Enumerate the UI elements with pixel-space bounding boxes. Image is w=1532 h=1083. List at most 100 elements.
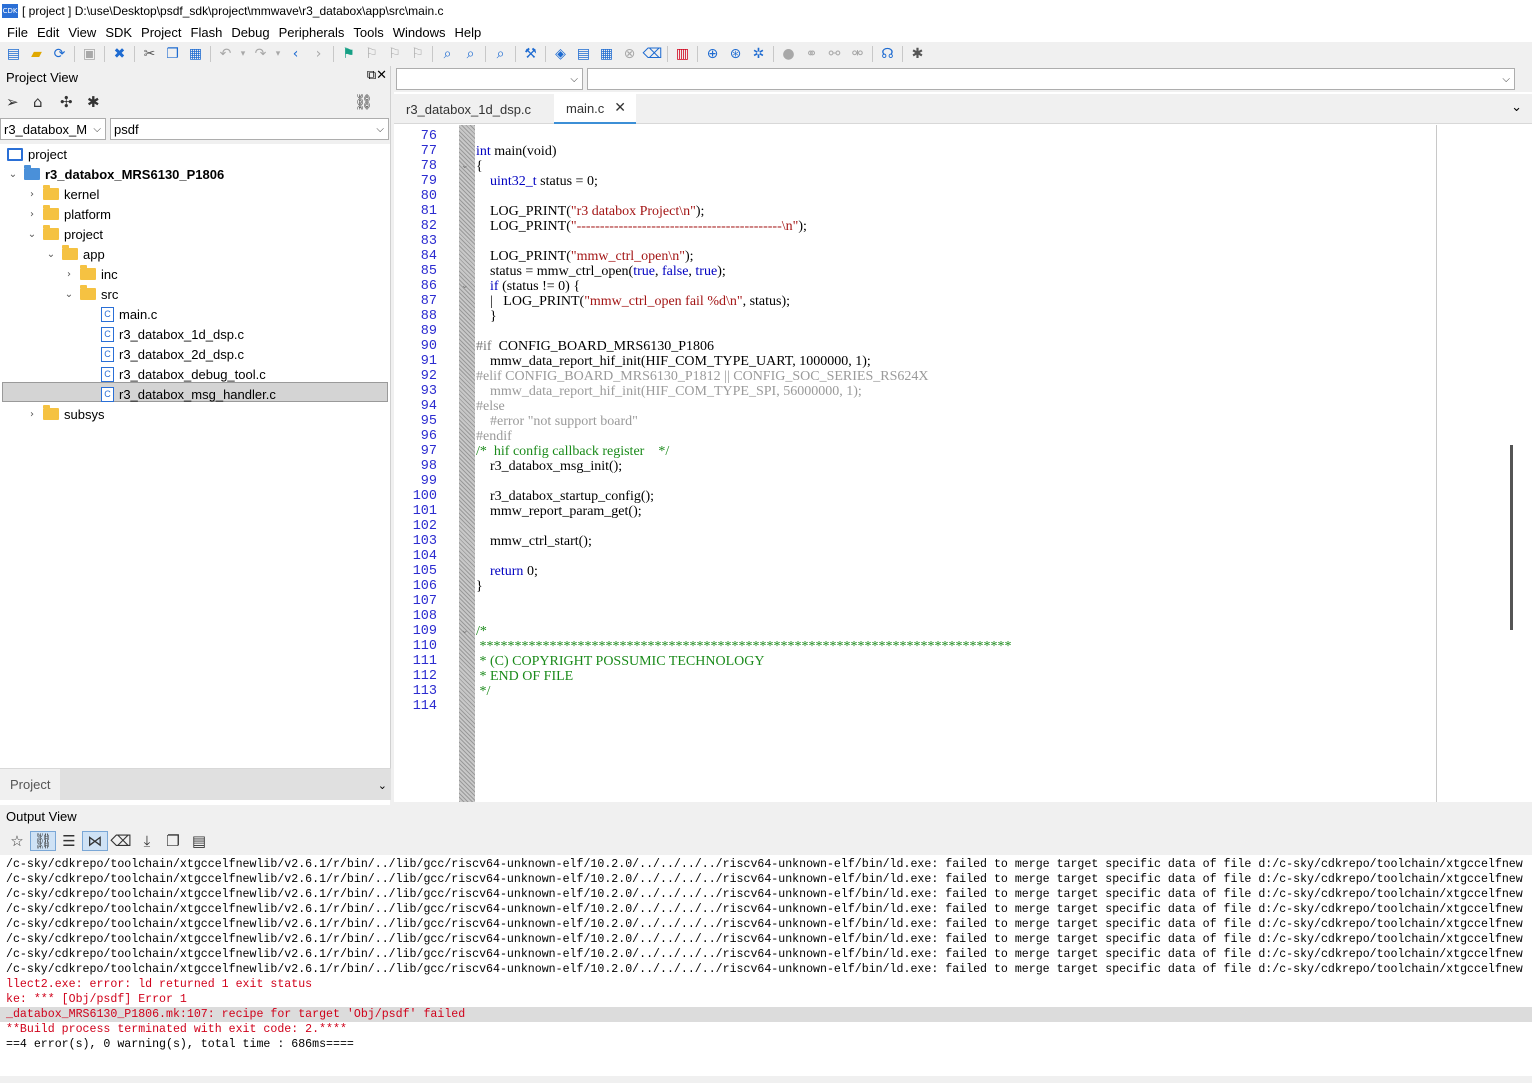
bookmark-prev-icon[interactable]: ⚐ bbox=[360, 44, 383, 64]
step-into-icon[interactable]: ⚯ bbox=[823, 44, 846, 64]
project-combo[interactable]: r3_databox_M ⌵ bbox=[0, 118, 106, 140]
debug-without-download-icon[interactable]: ⊛ bbox=[724, 44, 747, 64]
step-over-icon[interactable]: ⚭ bbox=[800, 44, 823, 64]
build-icon[interactable]: ◈ bbox=[549, 44, 572, 64]
bookmark-clear-icon[interactable]: ⚐ bbox=[406, 44, 429, 64]
refresh-icon[interactable]: ⟳ bbox=[48, 44, 71, 64]
menu-file[interactable]: File bbox=[4, 25, 34, 40]
tab-project[interactable]: Project bbox=[0, 769, 60, 800]
bookmark-next-icon[interactable]: ⚐ bbox=[383, 44, 406, 64]
symbol-combo[interactable]: ⌵ bbox=[587, 68, 1515, 90]
save-icon[interactable]: ▣ bbox=[78, 44, 101, 64]
run-icon[interactable]: ● bbox=[777, 44, 800, 64]
cut-icon[interactable]: ✂ bbox=[138, 44, 161, 64]
menu-tools[interactable]: Tools bbox=[350, 25, 389, 40]
nav-forward-icon[interactable]: › bbox=[307, 44, 330, 64]
filter-icon[interactable]: ⋈ bbox=[82, 831, 108, 851]
nav-back-icon[interactable]: ‹ bbox=[284, 44, 307, 64]
chevron-down-icon[interactable]: ⌄ bbox=[6, 169, 20, 180]
tree-item-kernel[interactable]: › kernel bbox=[25, 184, 99, 204]
redo-icon[interactable]: ↷ bbox=[249, 44, 272, 64]
menu-help[interactable]: Help bbox=[452, 25, 488, 40]
scope-combo[interactable]: ⌵ bbox=[396, 68, 583, 90]
menu-edit[interactable]: Edit bbox=[34, 25, 65, 40]
star-icon[interactable]: ☆ bbox=[4, 832, 30, 850]
tree-item-msg-handler[interactable]: C r3_databox_msg_handler.c bbox=[98, 384, 276, 404]
vertical-scrollbar[interactable] bbox=[1508, 125, 1516, 802]
redo-dropdown-icon[interactable]: ▾ bbox=[272, 44, 284, 64]
stop-build-icon[interactable]: ⊗ bbox=[618, 44, 641, 64]
close-icon[interactable]: ✖ bbox=[108, 44, 131, 64]
fold-toggle-icon[interactable]: ⌄ bbox=[461, 281, 469, 291]
paste-icon[interactable]: ▤ bbox=[186, 832, 212, 850]
menu-debug[interactable]: Debug bbox=[228, 25, 275, 40]
start-debug-icon[interactable]: ⊕ bbox=[701, 44, 724, 64]
output-text[interactable]: /c-sky/cdkrepo/toolchain/xtgccelfnewlib/… bbox=[0, 857, 1532, 1083]
locate-icon[interactable]: ➢ bbox=[6, 93, 33, 111]
link-icon[interactable]: ⛓ bbox=[354, 93, 381, 111]
fold-toggle-icon[interactable]: ⌄ bbox=[461, 626, 469, 636]
bookmark-flag-icon[interactable]: ⚑ bbox=[337, 44, 360, 64]
tree-item-1d-dsp[interactable]: C r3_databox_1d_dsp.c bbox=[98, 324, 244, 344]
tree-item-2d-dsp[interactable]: C r3_databox_2d_dsp.c bbox=[98, 344, 244, 364]
tree-graph-icon[interactable]: ✣ bbox=[60, 93, 87, 111]
chevron-down-icon[interactable]: ⌄ bbox=[1511, 100, 1522, 115]
chevron-right-icon[interactable]: › bbox=[25, 209, 39, 220]
close-icon[interactable]: ✕ bbox=[614, 100, 626, 116]
link-icon[interactable]: ⛓ bbox=[30, 831, 56, 851]
chevron-down-icon[interactable]: ⌄ bbox=[44, 249, 58, 260]
chevron-down-icon[interactable]: ⌄ bbox=[378, 779, 387, 792]
clean-icon[interactable]: ⌫ bbox=[641, 44, 664, 64]
chevron-right-icon[interactable]: › bbox=[25, 189, 39, 200]
tree-item-platform[interactable]: › platform bbox=[25, 204, 111, 224]
panel-float-close-icon[interactable]: ⧉✕ bbox=[367, 68, 387, 83]
flash-download-icon[interactable]: ▥ bbox=[671, 44, 694, 64]
paste-icon[interactable]: ▦ bbox=[184, 44, 207, 64]
new-file-icon[interactable]: ▤ bbox=[2, 44, 25, 64]
tab-main-c[interactable]: main.c ✕ bbox=[554, 94, 636, 124]
menu-view[interactable]: View bbox=[65, 25, 102, 40]
build-all-icon[interactable]: ▦ bbox=[595, 44, 618, 64]
tree-item-main-c[interactable]: C main.c bbox=[98, 304, 157, 324]
rebuild-icon[interactable]: ▤ bbox=[572, 44, 595, 64]
debug-settings-icon[interactable]: ✲ bbox=[747, 44, 770, 64]
copy-icon[interactable]: ❐ bbox=[160, 832, 186, 850]
config-combo[interactable]: psdf ⌵ bbox=[110, 118, 389, 140]
chevron-right-icon[interactable]: › bbox=[25, 409, 39, 420]
fold-toggle-icon[interactable]: ⌄ bbox=[461, 161, 469, 171]
tree-item-src[interactable]: ⌄ src bbox=[62, 284, 118, 304]
bug-icon[interactable]: ✱ bbox=[906, 44, 929, 64]
undo-dropdown-icon[interactable]: ▾ bbox=[237, 44, 249, 64]
undo-icon[interactable]: ↶ bbox=[214, 44, 237, 64]
menu-peripherals[interactable]: Peripherals bbox=[276, 25, 351, 40]
wrap-icon[interactable]: ☰ bbox=[56, 832, 82, 850]
menu-windows[interactable]: Windows bbox=[390, 25, 452, 40]
tree-item-debug-tool[interactable]: C r3_databox_debug_tool.c bbox=[98, 364, 266, 384]
menu-project[interactable]: Project bbox=[138, 25, 187, 40]
home-icon[interactable]: ⌂ bbox=[33, 93, 60, 111]
search-icon[interactable]: ⌕ bbox=[489, 44, 512, 64]
tree-item-project-root[interactable]: project bbox=[4, 144, 67, 164]
tree-item-r3-databox[interactable]: ⌄ r3_databox_MRS6130_P1806 bbox=[6, 164, 224, 184]
headset-icon[interactable]: ☊ bbox=[876, 44, 899, 64]
tab-r3-databox-1d-dsp[interactable]: r3_databox_1d_dsp.c bbox=[394, 94, 554, 124]
clear-icon[interactable]: ⌫ bbox=[108, 832, 134, 850]
code-area[interactable]: 76 77 int main(void) 78 {⌄ 79 uint32_t status… bbox=[394, 125, 1439, 802]
step-out-icon[interactable]: ⚮ bbox=[846, 44, 869, 64]
chevron-right-icon[interactable]: › bbox=[62, 269, 76, 280]
tree-item-subsys[interactable]: › subsys bbox=[25, 404, 104, 424]
save-log-icon[interactable]: ⤓ bbox=[134, 832, 160, 850]
chevron-down-icon[interactable]: ⌄ bbox=[62, 289, 76, 300]
chevron-down-icon[interactable]: ⌄ bbox=[25, 229, 39, 240]
tree-item-inc[interactable]: › inc bbox=[62, 264, 118, 284]
find-icon[interactable]: ⌕ bbox=[436, 44, 459, 64]
tree-item-project[interactable]: ⌄ project bbox=[25, 224, 103, 244]
menu-sdk[interactable]: SDK bbox=[102, 25, 138, 40]
tree-item-app[interactable]: ⌄ app bbox=[44, 244, 105, 264]
project-settings-icon[interactable]: ⚒ bbox=[519, 44, 542, 64]
bug-icon[interactable]: ✱ bbox=[87, 93, 114, 111]
open-folder-icon[interactable]: ▰ bbox=[25, 44, 48, 64]
scrollbar-thumb[interactable] bbox=[1510, 445, 1513, 630]
menu-flash[interactable]: Flash bbox=[188, 25, 229, 40]
copy-icon[interactable]: ❐ bbox=[161, 44, 184, 64]
